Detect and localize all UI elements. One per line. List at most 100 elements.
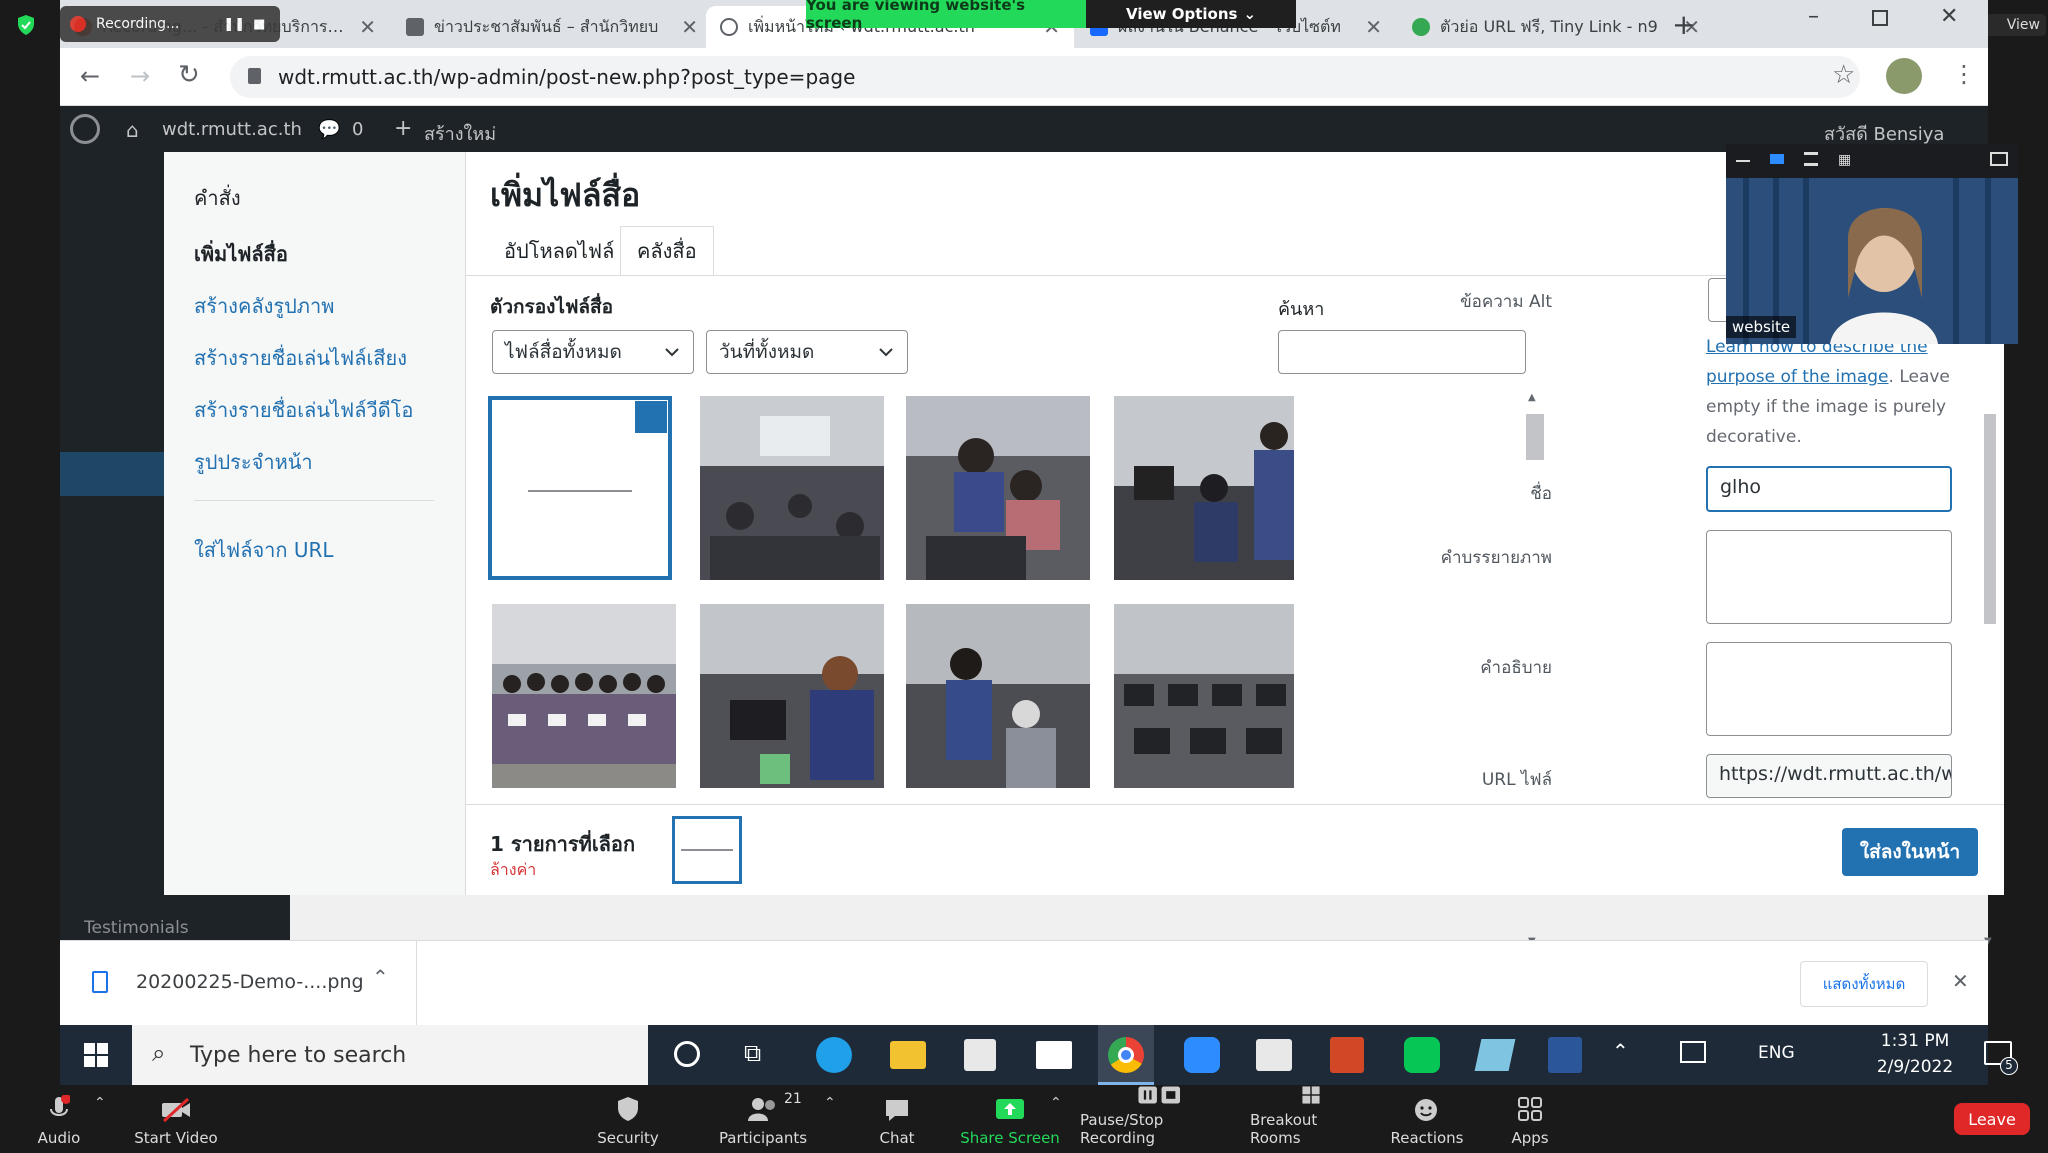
scroll-thumb[interactable]: [1984, 414, 1996, 624]
participant-video[interactable]: ▦ website: [1726, 144, 2018, 344]
minimize-icon[interactable]: –: [1808, 4, 1819, 29]
pop-out-icon[interactable]: [1990, 152, 2008, 166]
breakout-rooms-button[interactable]: Breakout Rooms: [1250, 1085, 1372, 1153]
scroll-thumb[interactable]: [1526, 414, 1544, 460]
photos-icon[interactable]: [1256, 1039, 1292, 1071]
check-icon[interactable]: [632, 400, 668, 436]
chat-button[interactable]: Chat: [872, 1085, 922, 1153]
menu-insert-from-url[interactable]: ใส่ไฟล์จาก URL: [194, 534, 334, 566]
comment-icon[interactable]: 💬: [318, 119, 340, 140]
forward-icon[interactable]: →: [130, 62, 150, 90]
speaker-view-icon[interactable]: [1770, 154, 1784, 164]
wordpress-logo-icon[interactable]: [70, 114, 100, 144]
show-all-button[interactable]: แสดงทั้งหมด: [1800, 961, 1928, 1007]
pause-icon[interactable]: ❚❚: [223, 17, 245, 32]
line-app-icon[interactable]: [1404, 1037, 1440, 1073]
leave-button[interactable]: Leave: [1954, 1103, 2030, 1135]
menu-audio-playlist[interactable]: สร้างรายชื่อเล่นไฟล์เสียง: [194, 342, 407, 374]
bookmark-star-icon[interactable]: ☆: [1832, 60, 1855, 90]
word-icon[interactable]: [1548, 1037, 1582, 1073]
scroll-up-arrow-icon[interactable]: ▲: [1528, 392, 1536, 403]
menu-video-playlist[interactable]: สร้างรายชื่อเล่นไฟล์วีดีโอ: [194, 394, 413, 426]
menu-add-media[interactable]: เพิ่มไฟล์สื่อ: [194, 238, 288, 270]
edge-icon[interactable]: [816, 1037, 852, 1073]
store-icon[interactable]: [964, 1039, 996, 1071]
start-video-button[interactable]: Start Video: [126, 1085, 226, 1153]
close-icon[interactable]: ✕: [681, 15, 698, 39]
search-input[interactable]: [1278, 330, 1526, 374]
zoom-app-icon[interactable]: [1184, 1037, 1220, 1073]
audio-button[interactable]: Audio: [28, 1085, 90, 1153]
caret-up-icon[interactable]: ⌃: [94, 1095, 106, 1111]
app-icon[interactable]: [1474, 1039, 1516, 1071]
testimonials-menu-item[interactable]: Testimonials: [84, 918, 189, 938]
language-indicator[interactable]: ENG: [1758, 1043, 1795, 1063]
new-tab-plus-icon[interactable]: +: [1672, 8, 1695, 41]
menu-kebab-icon[interactable]: ⋮: [1952, 60, 1976, 88]
attachment-thumbnail[interactable]: [700, 396, 884, 580]
security-button[interactable]: Security: [596, 1085, 660, 1153]
caption-textarea[interactable]: [1706, 530, 1952, 624]
clock-date[interactable]: 2/9/2022: [1860, 1057, 1970, 1077]
mail-icon[interactable]: [1036, 1041, 1072, 1069]
view-options-button[interactable]: View Options ⌄: [1086, 0, 1296, 28]
details-scrollbar[interactable]: ▼: [1980, 414, 2000, 954]
menu-featured-image[interactable]: รูปประจำหน้า: [194, 446, 313, 478]
caret-up-icon[interactable]: ⌃: [1050, 1095, 1062, 1111]
reload-icon[interactable]: ↻: [178, 60, 200, 90]
chevron-up-icon[interactable]: ⌃: [372, 965, 389, 989]
window-close-icon[interactable]: ✕: [1940, 4, 1958, 29]
clock-time[interactable]: 1:31 PM: [1860, 1031, 1970, 1051]
attachment-selected[interactable]: [488, 396, 672, 580]
restore-icon[interactable]: [1872, 10, 1888, 26]
taskbar-search-box[interactable]: ⌕ Type here to search: [132, 1025, 648, 1085]
windows-start-icon[interactable]: [84, 1043, 108, 1067]
title-input[interactable]: glho: [1706, 466, 1952, 512]
strip-view-icon[interactable]: [1804, 152, 1818, 166]
gallery-grid-icon[interactable]: ▦: [1838, 152, 1851, 168]
attachment-thumbnail[interactable]: [906, 604, 1090, 788]
tab-news[interactable]: ข่าวประชาสัมพันธ์ – สำนักวิทยบ ✕: [392, 6, 712, 48]
pause-stop-recording-button[interactable]: Pause/Stop Recording: [1080, 1085, 1240, 1153]
description-textarea[interactable]: [1706, 642, 1952, 736]
network-icon[interactable]: [1680, 1041, 1706, 1063]
powerpoint-icon[interactable]: [1330, 1037, 1364, 1073]
share-screen-button[interactable]: Share Screen: [958, 1085, 1062, 1153]
reactions-button[interactable]: Reactions: [1388, 1085, 1466, 1153]
menu-create-gallery[interactable]: สร้างคลังรูปภาพ: [194, 290, 334, 322]
stop-icon[interactable]: ■: [253, 17, 265, 32]
chevron-up-icon[interactable]: ⌃: [1612, 1039, 1629, 1063]
tab-upload-files[interactable]: อัปโหลดไฟล์: [490, 226, 628, 276]
recording-indicator[interactable]: Recording... ❚❚ ■: [60, 6, 280, 42]
date-select[interactable]: วันที่ทั้งหมด: [706, 330, 908, 374]
attachment-thumbnail[interactable]: [492, 604, 676, 788]
file-url-input[interactable]: https://wdt.rmutt.ac.th/w|: [1706, 754, 1952, 798]
url-field[interactable]: wdt.rmutt.ac.th/wp-admin/post-new.php?po…: [230, 56, 1860, 98]
new-content-link[interactable]: สร้างใหม่: [424, 119, 496, 148]
minimize-video-icon[interactable]: [1736, 160, 1750, 162]
caret-up-icon[interactable]: ⌃: [824, 1095, 836, 1111]
tab-media-library[interactable]: คลังสื่อ: [620, 226, 714, 276]
task-view-icon[interactable]: ⧉: [744, 1039, 761, 1067]
attachment-thumbnail[interactable]: [906, 396, 1090, 580]
chrome-taskbar-item[interactable]: [1098, 1025, 1154, 1085]
back-icon[interactable]: ←: [80, 62, 100, 90]
attachment-thumbnail[interactable]: [700, 604, 884, 788]
profile-avatar[interactable]: [1886, 58, 1922, 94]
insert-into-page-button[interactable]: ใส่ลงในหน้า: [1842, 828, 1978, 876]
attachment-thumbnail[interactable]: [1114, 604, 1294, 788]
clear-selection-link[interactable]: ล้างค่า: [490, 858, 536, 883]
close-icon[interactable]: ✕: [359, 15, 376, 39]
file-explorer-icon[interactable]: [890, 1041, 926, 1069]
close-icon[interactable]: ✕: [1365, 15, 1382, 39]
attachment-thumbnail[interactable]: [1114, 396, 1294, 580]
view-toggle[interactable]: View: [1978, 14, 2046, 36]
apps-button[interactable]: Apps: [1504, 1085, 1556, 1153]
close-icon[interactable]: ✕: [1952, 969, 1969, 993]
tab-tinylink[interactable]: ตัวย่อ URL ฟรี, Tiny Link - n9 ✕: [1398, 6, 1714, 48]
selected-thumbnail[interactable]: [672, 816, 742, 884]
media-type-select[interactable]: ไฟล์สื่อทั้งหมด: [492, 330, 694, 374]
site-name[interactable]: wdt.rmutt.ac.th: [162, 119, 302, 140]
download-filename[interactable]: 20200225-Demo-....png: [136, 971, 364, 993]
cortana-icon[interactable]: [674, 1041, 700, 1067]
